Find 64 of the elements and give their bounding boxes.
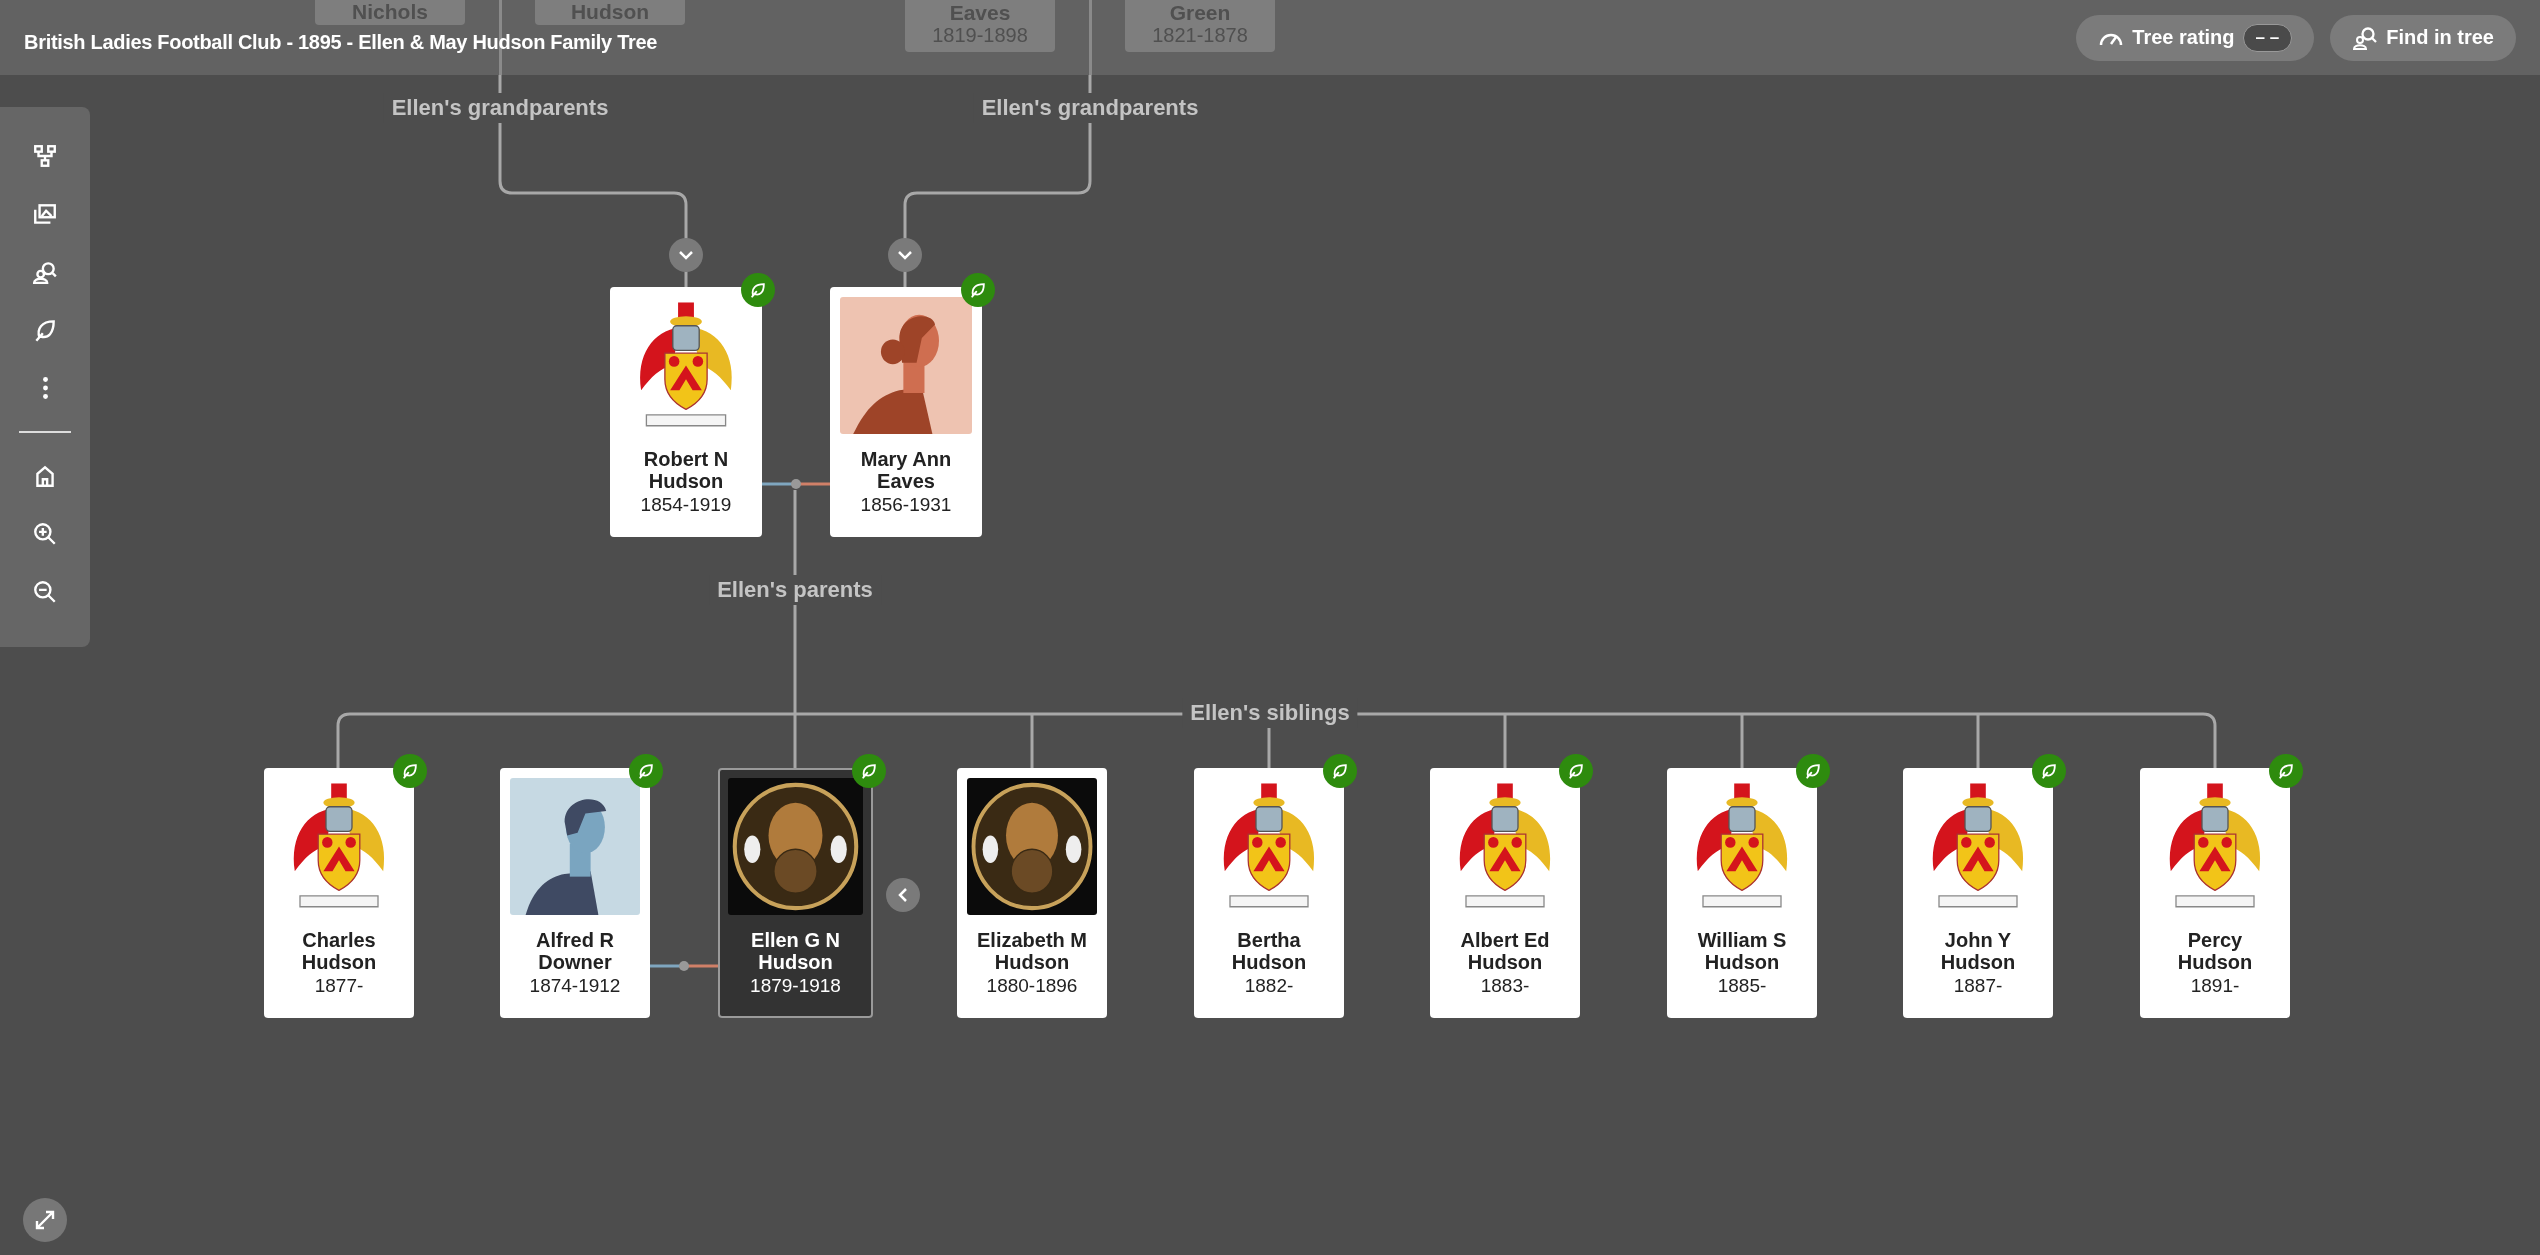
hint-leaf-icon[interactable] [1323, 754, 1357, 788]
person-card[interactable]: Elizabeth M Hudson 1880-1896 [957, 768, 1107, 1018]
person-dates: 1883- [1480, 975, 1530, 997]
hint-leaf-icon[interactable] [1559, 754, 1593, 788]
person-name: John Y Hudson [1939, 929, 2017, 973]
person-card[interactable]: John Y Hudson 1887- [1903, 768, 2053, 1018]
more-icon [42, 377, 48, 399]
tree-rating-button[interactable]: Tree rating – – [2076, 14, 2315, 61]
person-card[interactable]: Albert Ed Hudson 1883- [1430, 768, 1580, 1018]
person-name: Mary Ann Eaves [859, 448, 953, 492]
hint-leaf-icon[interactable] [2269, 754, 2303, 788]
hint-leaf-icon[interactable] [629, 754, 663, 788]
hint-leaf-icon[interactable] [2032, 754, 2066, 788]
person-search-icon [32, 259, 58, 285]
find-in-tree-button[interactable]: Find in tree [2330, 14, 2516, 61]
person-dates: 1887- [1953, 975, 2003, 997]
person-name: Charles Hudson [300, 929, 378, 973]
person-dates: 1879-1918 [750, 975, 841, 997]
person-dates: 1885- [1717, 975, 1767, 997]
fullscreen-icon [33, 1208, 57, 1232]
person-card[interactable]: Alfred R Downer 1874-1912 [500, 768, 650, 1018]
fullscreen-button[interactable] [23, 1198, 67, 1242]
person-dates: 1854-1919 [640, 494, 732, 516]
collapse-button[interactable] [886, 878, 920, 912]
hint-leaf-icon[interactable] [1796, 754, 1830, 788]
tree-title: British Ladies Football Club - 1895 - Ellen & May Hudson Family Tree [24, 31, 658, 54]
tree-structure-icon [32, 143, 58, 169]
person-dates: 1882- [1244, 975, 1294, 997]
person-card[interactable]: Mary Ann Eaves 1856-1931 [830, 287, 982, 537]
hint-leaf-icon[interactable] [961, 273, 995, 307]
person-card[interactable]: Robert N Hudson 1854-1919 [610, 287, 762, 537]
expand-button[interactable] [888, 238, 922, 272]
person-name: Alfred R Downer [535, 929, 615, 973]
expand-button[interactable] [669, 238, 703, 272]
couple-connector [762, 479, 830, 489]
person-dates: 1880-1896 [986, 975, 1078, 997]
person-dates: 1891- [2190, 975, 2240, 997]
rating-value: – – [2242, 23, 2293, 52]
person-card[interactable]: Percy Hudson 1891- [2140, 768, 2290, 1018]
person-search-icon [2352, 24, 2379, 51]
couple-connector [650, 961, 718, 971]
zoom-in-icon [32, 521, 58, 547]
person-card[interactable]: Ellen G N Hudson 1879-1918 [718, 768, 873, 1018]
person-name: Elizabeth M Hudson [976, 929, 1088, 973]
person-name: Robert N Hudson [642, 448, 730, 492]
chevron-left-icon [898, 887, 908, 903]
chevron-down-icon [897, 250, 913, 260]
person-name: William S Hudson [1696, 929, 1788, 973]
person-name: Albert Ed Hudson [1459, 929, 1551, 973]
person-card[interactable]: William S Hudson 1885- [1667, 768, 1817, 1018]
photos-icon [32, 201, 58, 227]
person-dates: 1874-1912 [529, 975, 621, 997]
chevron-down-icon [678, 250, 694, 260]
zoom-out-icon [32, 579, 58, 605]
person-card[interactable]: Charles Hudson 1877- [264, 768, 414, 1018]
hint-leaf-icon[interactable] [393, 754, 427, 788]
person-name: Bertha Hudson [1230, 929, 1308, 973]
person-dates: 1856-1931 [860, 494, 952, 516]
person-name: Ellen G N Hudson [750, 929, 841, 973]
hint-leaf-icon[interactable] [741, 273, 775, 307]
person-dates: 1877- [314, 975, 364, 997]
person-name: Percy Hudson [2176, 929, 2254, 973]
hint-leaf-icon[interactable] [852, 754, 886, 788]
person-card[interactable]: Bertha Hudson 1882- [1194, 768, 1344, 1018]
